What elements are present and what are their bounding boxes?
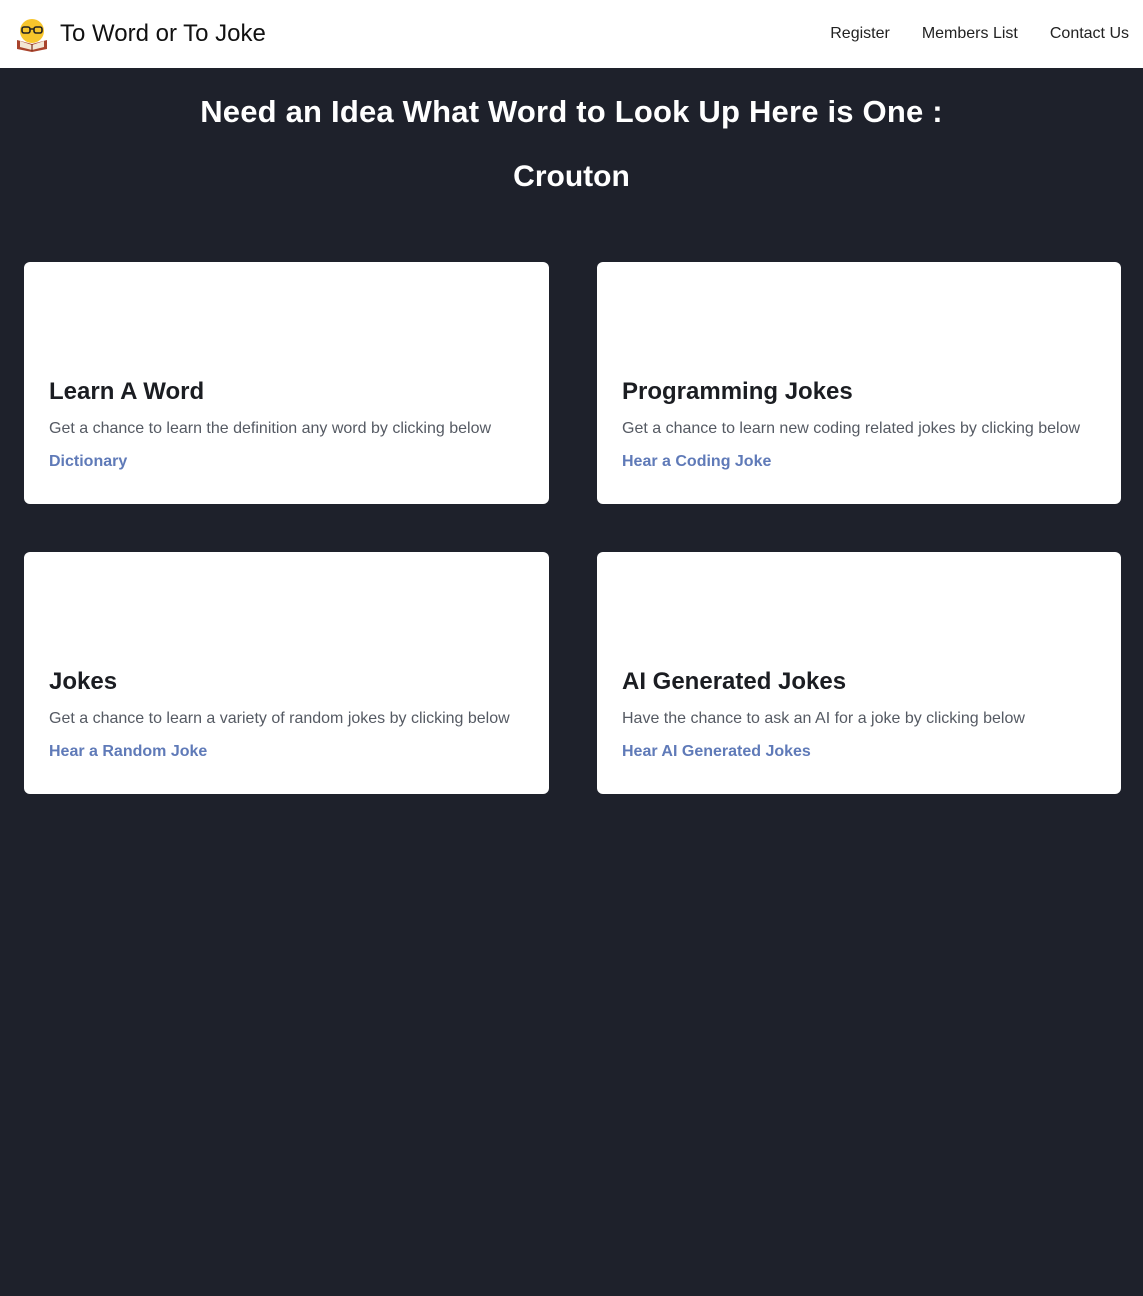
card-ai-generated-jokes: AI Generated Jokes Have the chance to as…: [597, 552, 1121, 794]
coding-joke-link[interactable]: Hear a Coding Joke: [622, 453, 771, 471]
brand-title: To Word or To Joke: [60, 20, 266, 47]
card-description: Have the chance to ask an AI for a joke …: [622, 710, 1025, 727]
card-description: Get a chance to learn a variety of rando…: [49, 710, 510, 727]
random-joke-link[interactable]: Hear a Random Joke: [49, 743, 207, 761]
ai-joke-link[interactable]: Hear AI Generated Jokes: [622, 743, 811, 761]
card-description: Get a chance to learn the definition any…: [49, 420, 492, 437]
card-title: AI Generated Jokes: [622, 668, 847, 695]
dictionary-link[interactable]: Dictionary: [49, 453, 127, 471]
card-learn-a-word: Learn A Word Get a chance to learn the d…: [24, 262, 549, 504]
card-title: Jokes: [49, 668, 118, 695]
hero-section: Need an Idea What Word to Look Up Here i…: [0, 68, 1143, 194]
nav-links: Register Members List Contact Us: [798, 25, 1129, 43]
nav-link-members-list[interactable]: Members List: [922, 25, 1018, 43]
suggested-word: Crouton: [513, 160, 630, 193]
nav-link-register[interactable]: Register: [830, 25, 890, 43]
card-grid: Learn A Word Get a chance to learn the d…: [24, 262, 1121, 794]
navbar: To Word or To Joke Register Members List…: [0, 0, 1143, 68]
card-title: Learn A Word: [49, 378, 205, 405]
card-jokes: Jokes Get a chance to learn a variety of…: [24, 552, 549, 794]
hero-heading: Need an Idea What Word to Look Up Here i…: [200, 94, 943, 129]
brand-link[interactable]: To Word or To Joke: [14, 16, 266, 52]
card-title: Programming Jokes: [622, 378, 853, 405]
card-description: Get a chance to learn new coding related…: [622, 420, 1081, 437]
reading-emoji-icon: [17, 19, 47, 52]
card-programming-jokes: Programming Jokes Get a chance to learn …: [597, 262, 1121, 504]
nav-link-contact-us[interactable]: Contact Us: [1050, 25, 1129, 43]
